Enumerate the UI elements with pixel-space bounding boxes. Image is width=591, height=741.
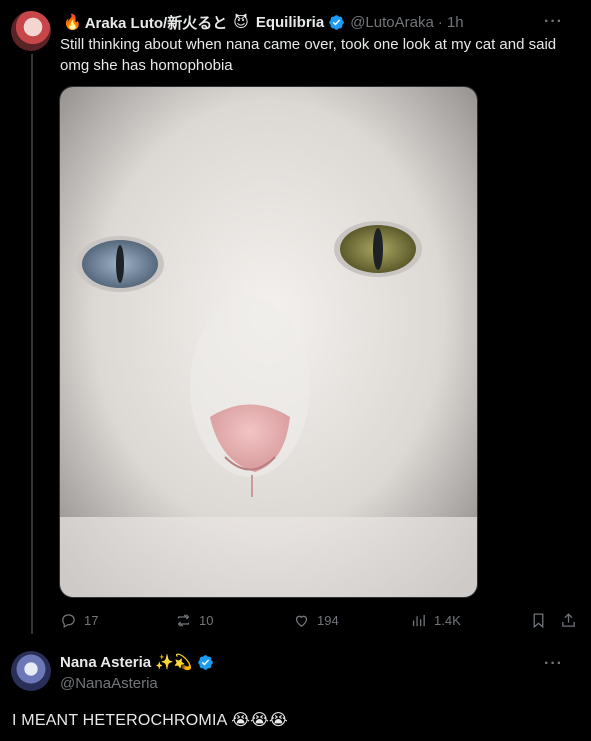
more-options-button[interactable]: ··· <box>544 13 563 31</box>
views-button[interactable]: 1.4K <box>410 610 461 630</box>
bookmark-button[interactable] <box>530 610 547 630</box>
like-button[interactable]: 194 <box>293 610 339 630</box>
fire-emoji: 🔥 <box>63 14 82 31</box>
reply-more-options-button[interactable]: ··· <box>544 655 563 673</box>
verified-badge-icon <box>329 14 344 30</box>
reply-author-name[interactable]: Nana Asteria <box>60 654 151 671</box>
retweet-icon <box>177 613 190 627</box>
heart-icon <box>295 615 308 627</box>
analytics-icon <box>412 614 425 626</box>
retweet-count: 10 <box>199 612 214 628</box>
share-icon <box>562 612 575 627</box>
reply-count: 17 <box>84 612 99 628</box>
sparkle-emojis: ✨💫 <box>155 654 193 671</box>
author-name[interactable]: Araka Luto/新火ると <box>85 12 228 33</box>
author-handle[interactable]: @LutoAraka <box>350 14 434 31</box>
bookmark-icon <box>533 612 544 628</box>
share-button[interactable] <box>560 610 577 630</box>
author-name-2[interactable]: Equilibria <box>256 14 324 31</box>
like-count: 194 <box>317 612 339 628</box>
tweet-text: Still thinking about when nana came over… <box>60 36 557 74</box>
devil-emoji: 😈 <box>233 14 249 31</box>
author-avatar[interactable] <box>11 11 51 51</box>
retweet-button[interactable]: 10 <box>175 610 213 630</box>
views-count: 1.4K <box>434 612 461 628</box>
reply-text: I MEANT HETEROCHROMIA 😭😭😭 <box>12 712 288 729</box>
tweet-photo[interactable] <box>59 86 478 598</box>
reply-icon <box>62 613 75 628</box>
verified-badge-icon <box>197 654 213 670</box>
thread-line <box>31 54 33 634</box>
reply-author-avatar[interactable] <box>11 651 51 691</box>
reply-header: Nana Asteria ✨💫 @NanaAsteria ··· <box>60 653 577 693</box>
reply-button[interactable]: 17 <box>60 610 98 630</box>
tweet-actions: 17 10 194 1.4K <box>60 610 580 630</box>
reply-author-handle[interactable]: @NanaAsteria <box>60 675 577 692</box>
cat-photo-image <box>60 87 477 597</box>
tweet-header: 🔥 Araka Luto/新火ると 😈 Equilibria @LutoArak… <box>60 12 577 32</box>
tweet-time[interactable]: · 1h <box>438 14 464 31</box>
